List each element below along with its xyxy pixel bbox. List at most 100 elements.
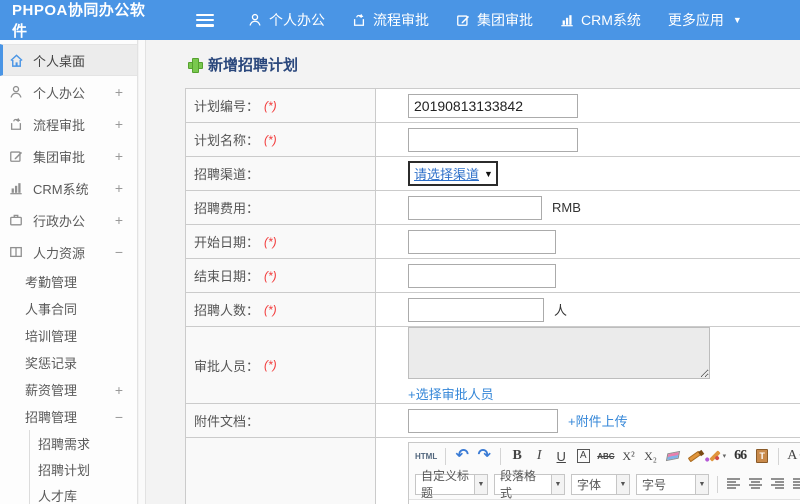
font-size-select[interactable]: 字号 ▼ — [636, 473, 709, 495]
autotypeset-button[interactable]: ▾ — [708, 446, 726, 466]
formatmatch-button[interactable] — [687, 446, 703, 466]
html-source-button[interactable]: HTML — [415, 446, 437, 466]
paragraph-format-select[interactable]: 段落格式 ▼ — [494, 469, 565, 500]
channel-select[interactable]: 请选择渠道 ▼ — [408, 161, 498, 186]
pasteplain-button[interactable]: T — [754, 446, 770, 466]
end-date-label: 结束日期： — [194, 269, 260, 284]
align-left-button[interactable] — [726, 474, 742, 494]
page-title: 新增招聘计划 — [188, 54, 800, 75]
caret-down-icon[interactable]: ▼ — [695, 474, 708, 494]
nav-personal-office[interactable]: 个人办公 — [248, 10, 325, 30]
headcount-input[interactable] — [408, 297, 544, 322]
attachment-input[interactable] — [408, 408, 558, 433]
person-icon — [248, 13, 262, 27]
sidebar-item-attendance-mgmt[interactable]: 考勤管理 — [0, 268, 137, 295]
sidebar-item-salary-mgmt[interactable]: 薪资管理 + — [0, 376, 137, 403]
blockquote-button[interactable]: 66 — [732, 446, 748, 466]
sidebar-item-hr-contract[interactable]: 人事合同 — [0, 295, 137, 322]
sidebar-item-workflow-approval[interactable]: 流程审批 + — [0, 108, 137, 140]
page-title-text: 新增招聘计划 — [208, 57, 299, 74]
nav-group-approval[interactable]: 集团审批 — [456, 10, 533, 30]
sidebar-item-recruitment-plan[interactable]: 招聘计划 — [30, 456, 137, 482]
italic-button[interactable]: I — [531, 446, 547, 466]
required-mark: (*) — [264, 98, 277, 113]
start-date-input[interactable] — [408, 229, 556, 254]
nav-workflow-approval[interactable]: 流程审批 — [352, 10, 429, 30]
plan-name-label: 计划名称： — [194, 133, 260, 148]
eraser-button[interactable] — [665, 446, 681, 466]
fee-label: 招聘费用： — [194, 201, 260, 216]
form-row-channel: 招聘渠道： 请选择渠道 ▼ — [186, 157, 800, 191]
hamburger-menu-icon[interactable] — [196, 13, 214, 27]
caret-down-icon[interactable]: ▼ — [551, 474, 564, 494]
rich-text-editor: HTML↶↷BIUAABCX²X₂▾66TA▾ab▾ 自定义标题▼段落格式▼字体… — [408, 442, 800, 504]
undo-button[interactable]: ↶ — [454, 446, 470, 466]
expander-icon[interactable]: + — [115, 382, 123, 398]
underline-button[interactable]: U — [553, 446, 569, 466]
bold-button[interactable]: B — [509, 446, 525, 466]
form-row-headcount: 招聘人数： (*) 人 — [186, 293, 800, 327]
sidebar-item-training-mgmt[interactable]: 培训管理 — [0, 322, 137, 349]
nav-more-apps[interactable]: 更多应用 ▼ — [668, 10, 742, 30]
fee-input[interactable] — [408, 195, 542, 220]
sidebar-scrollbar[interactable] — [139, 40, 146, 504]
sidebar-item-talent-pool[interactable]: 人才库 — [30, 482, 137, 504]
form-row-end-date: 结束日期： (*) — [186, 259, 800, 293]
select-approvers-link[interactable]: +选择审批人员 — [408, 384, 494, 403]
approvers-textarea[interactable] — [408, 327, 710, 379]
editor-toolbar-row2: 自定义标题 ▼ 段落格式 ▼ 字体 ▼ 字号 ▼ — [409, 469, 800, 500]
font-family-select[interactable]: 字体 ▼ — [571, 473, 630, 495]
select-caret-icon: ▼ — [484, 168, 493, 179]
align-justify-button[interactable] — [792, 474, 800, 494]
expander-icon[interactable]: + — [115, 180, 123, 196]
recruitment-plan-form: 计划编号： (*) 计划名称： (*) 招聘渠道： 请选择渠道 ▼ 招聘费用： RM… — [185, 88, 800, 504]
top-header-bar: PHPOA协同办公软件 个人办公 流程审批 集团审批 CRM系统 更多应用 ▼ — [0, 0, 800, 40]
sidebar-item-admin-office[interactable]: 行政办公 + — [0, 204, 137, 236]
toolbar-separator — [500, 447, 502, 465]
header-nav: 个人办公 流程审批 集团审批 CRM系统 更多应用 ▼ — [248, 10, 742, 30]
home-icon — [9, 53, 25, 68]
caret-down-icon: ▼ — [732, 15, 742, 25]
sidebar-item-personal-desktop[interactable]: 个人桌面 — [0, 44, 137, 76]
plan-name-input[interactable] — [408, 127, 578, 152]
caret-down-icon[interactable]: ▼ — [616, 474, 629, 494]
expander-icon[interactable]: + — [115, 84, 123, 100]
sidebar-item-recruitment-mgmt[interactable]: 招聘管理 − — [0, 403, 137, 430]
expander-icon[interactable]: − — [115, 244, 123, 260]
toolbar-separator — [445, 447, 447, 465]
sidebar-item-crm-system[interactable]: CRM系统 + — [0, 172, 137, 204]
briefcase-icon — [9, 213, 25, 227]
form-row-fee: 招聘费用： RMB — [186, 191, 800, 225]
align-right-button[interactable] — [770, 474, 786, 494]
expander-icon[interactable]: + — [115, 212, 123, 228]
chart-icon — [560, 13, 574, 27]
sidebar-item-reward-punishment[interactable]: 奖惩记录 — [0, 349, 137, 376]
form-row-plan-number: 计划编号： (*) — [186, 89, 800, 123]
plan-number-input[interactable] — [408, 93, 578, 118]
sidebar-item-personal-office[interactable]: 个人办公 + — [0, 76, 137, 108]
form-row-attachment: 附件文档： +附件上传 — [186, 404, 800, 438]
fontborder-button[interactable]: A — [575, 446, 591, 466]
forecolor-button[interactable]: A▾ — [787, 446, 800, 466]
redo-button[interactable]: ↷ — [476, 446, 492, 466]
end-date-input[interactable] — [408, 263, 556, 288]
caret-down-icon[interactable]: ▼ — [474, 474, 487, 494]
sidebar-item-human-resources[interactable]: 人力资源 − — [0, 236, 137, 268]
approvers-label: 审批人员： — [194, 358, 260, 374]
expander-icon[interactable]: − — [115, 409, 123, 425]
expander-icon[interactable]: + — [115, 148, 123, 164]
subscript-button[interactable]: X₂ — [643, 446, 659, 466]
plan-number-label: 计划编号： — [194, 99, 260, 114]
align-center-button[interactable] — [748, 474, 764, 494]
superscript-button[interactable]: X² — [621, 446, 637, 466]
form-row-start-date: 开始日期： (*) — [186, 225, 800, 259]
nav-crm-system[interactable]: CRM系统 — [560, 10, 641, 30]
sidebar-item-recruitment-demand[interactable]: 招聘需求 — [30, 430, 137, 456]
attachment-upload-link[interactable]: +附件上传 — [568, 411, 628, 430]
expander-icon[interactable]: + — [115, 116, 123, 132]
form-row-plan-name: 计划名称： (*) — [186, 123, 800, 157]
strikethrough-button[interactable]: ABC — [597, 446, 614, 466]
custom-title-select[interactable]: 自定义标题 ▼ — [415, 469, 488, 500]
sidebar-item-group-approval[interactable]: 集团审批 + — [0, 140, 137, 172]
flow-icon — [9, 117, 25, 131]
